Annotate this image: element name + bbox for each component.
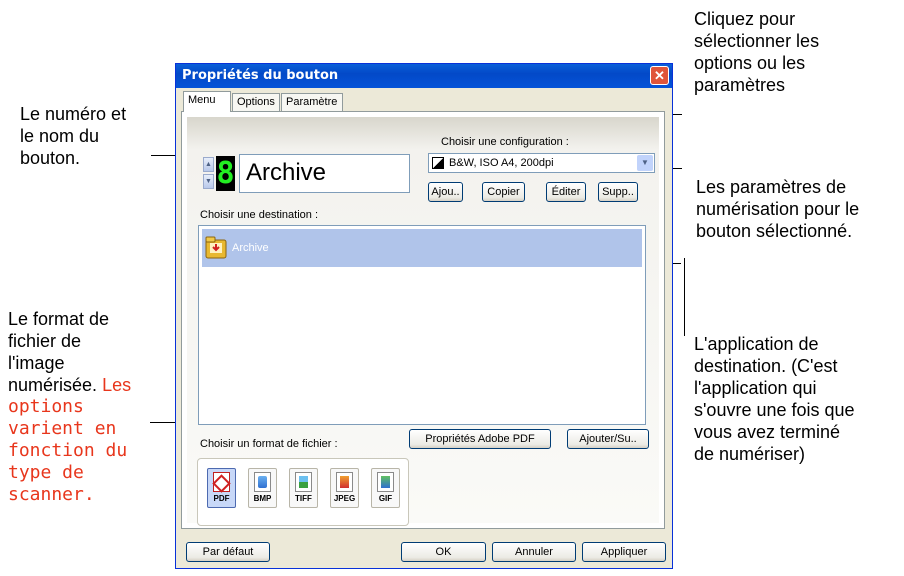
annotation-destination-app: L'application de destination. (C'est l'a…	[694, 334, 855, 464]
apply-button[interactable]: Appliquer	[582, 542, 666, 562]
tab-options[interactable]: Options	[232, 93, 280, 112]
add-remove-button[interactable]: Ajouter/Su..	[567, 429, 649, 449]
edit-config-button[interactable]: Éditer	[546, 182, 586, 202]
tiff-icon	[295, 472, 312, 492]
delete-config-button[interactable]: Supp..	[598, 182, 638, 202]
format-tiff-button[interactable]: TIFF	[289, 468, 318, 508]
add-config-button[interactable]: Ajou..	[428, 182, 463, 202]
bmp-icon	[254, 472, 271, 492]
annotation-select-options: Cliquez pour sélectionner les options ou…	[694, 9, 820, 95]
leader-line-destination-vertical	[684, 258, 685, 336]
annotation-button-number: Le numéro et le nom du bouton.	[20, 104, 127, 168]
destination-list[interactable]: Archive	[198, 225, 646, 425]
cancel-button[interactable]: Annuler	[492, 542, 576, 562]
bw-swatch-icon	[432, 157, 444, 169]
destination-label: Choisir une destination :	[200, 209, 319, 221]
copy-config-button[interactable]: Copier	[482, 182, 525, 202]
destination-name: Archive	[232, 242, 269, 254]
tab-menu[interactable]: Menu	[183, 91, 231, 112]
dialog-titlebar: Propriétés du bouton ✕	[176, 64, 672, 88]
pdf-icon	[212, 472, 231, 493]
format-bmp-button[interactable]: BMP	[248, 468, 277, 508]
tab-parametre[interactable]: Paramètre	[281, 93, 343, 112]
chevron-down-icon[interactable]: ▼	[637, 155, 653, 171]
file-format-label: Choisir un format de fichier :	[200, 438, 338, 450]
button-properties-dialog: Propriétés du bouton ✕ Menu Options Para…	[175, 63, 673, 569]
format-jpeg-button[interactable]: JPEG	[330, 468, 359, 508]
pdf-properties-button[interactable]: Propriétés Adobe PDF	[409, 429, 551, 449]
close-icon: ✕	[654, 68, 665, 83]
format-gif-button[interactable]: GIF	[371, 468, 400, 508]
close-button[interactable]: ✕	[650, 66, 669, 85]
spin-down-button[interactable]: ▼	[203, 174, 214, 189]
annotation-file-format: Le format de fichier de l'image numérisé…	[8, 309, 132, 505]
format-pdf-button[interactable]: PDF	[207, 468, 236, 508]
config-value: B&W, ISO A4, 200dpi	[449, 157, 554, 169]
destination-item-archive[interactable]: Archive	[202, 229, 642, 267]
default-button[interactable]: Par défaut	[186, 542, 270, 562]
button-number-display: 8	[216, 156, 235, 191]
dialog-title: Propriétés du bouton	[182, 68, 339, 83]
config-label: Choisir une configuration :	[441, 136, 569, 148]
config-select[interactable]: B&W, ISO A4, 200dpi ▼	[428, 153, 655, 173]
archive-folder-icon	[205, 236, 227, 259]
annotation-scan-settings: Les paramètres de numérisation pour le b…	[696, 177, 860, 241]
gif-icon	[377, 472, 394, 492]
spin-up-button[interactable]: ▲	[203, 157, 214, 172]
ok-button[interactable]: OK	[401, 542, 486, 562]
jpeg-icon	[336, 472, 353, 492]
file-format-box: PDF BMP TIFF JPEG GIF	[197, 458, 409, 526]
button-name-field[interactable]: Archive	[239, 154, 410, 193]
